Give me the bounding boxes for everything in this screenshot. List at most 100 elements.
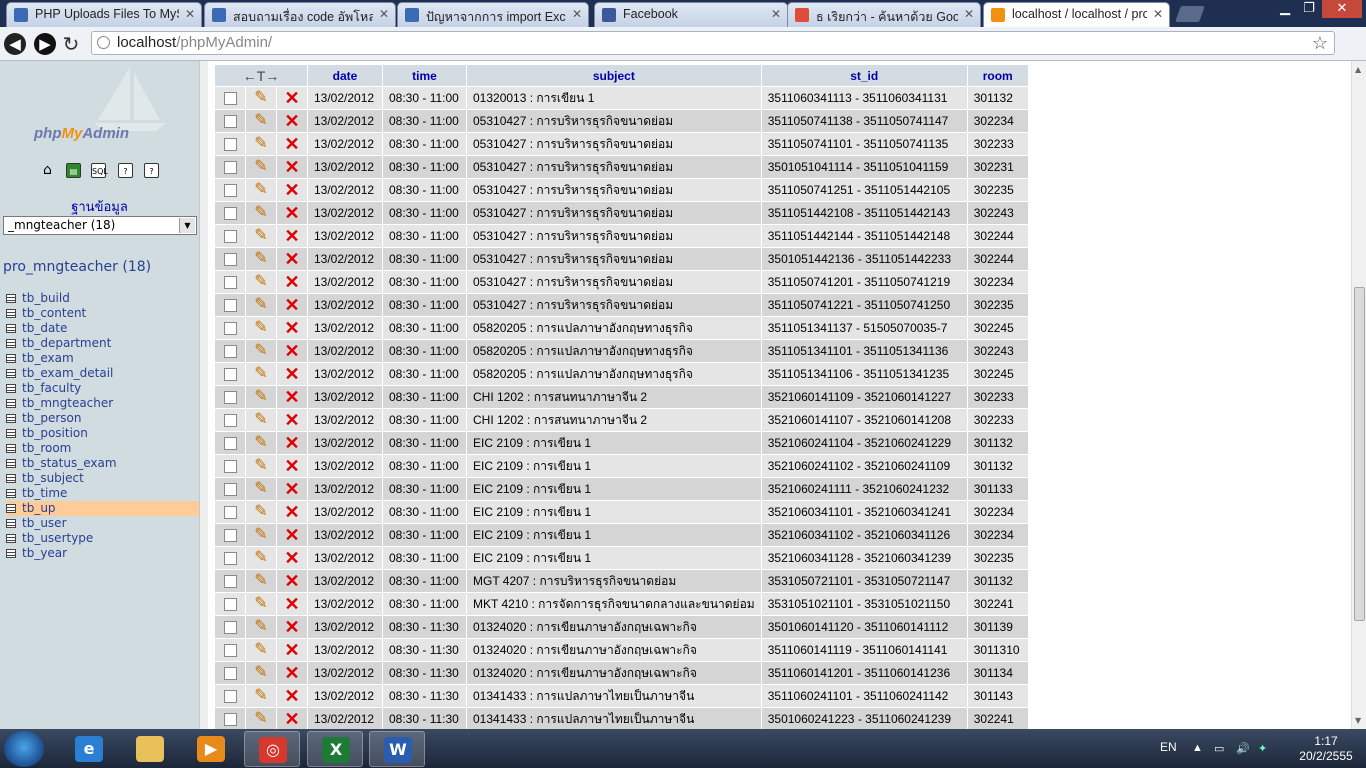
cell-date[interactable]: 13/02/2012 [308,639,382,661]
cell-date[interactable]: 13/02/2012 [308,501,382,523]
cell-date[interactable]: 13/02/2012 [308,363,382,385]
table-icon[interactable] [6,399,16,408]
cell-room[interactable]: 301143 [967,685,1028,707]
scroll-down-icon[interactable]: ▼ [1355,716,1361,725]
row-checkbox[interactable] [223,713,237,727]
delete-x-icon[interactable]: ✕ [284,641,299,659]
table-icon[interactable] [6,309,16,318]
sidebar-table-label[interactable]: tb_user [22,516,67,530]
delete-x-icon[interactable]: ✕ [284,480,299,498]
cell-room[interactable]: 302244 [967,248,1028,270]
cell-room[interactable]: 302245 [967,317,1028,339]
cell-st-id[interactable]: 3521060241111 - 3521060241232 [761,478,967,500]
table-icon[interactable] [6,534,16,543]
show-hidden-icons-icon[interactable]: ▲ [1192,742,1203,754]
cell-st-id[interactable]: 3511050741101 - 3511050741135 [761,133,967,155]
sidebar-table-label[interactable]: tb_status_exam [22,456,117,470]
reload-icon[interactable]: ↻ [60,33,82,55]
delete-x-icon[interactable]: ✕ [284,89,299,107]
forward-icon[interactable]: ▶ [34,33,56,55]
cell-subject[interactable]: 01324020 : การเขียนภาษาอังกฤษเฉพาะกิจ [467,662,761,684]
delete-x-icon[interactable]: ✕ [284,618,299,636]
row-checkbox[interactable] [223,506,237,520]
cell-room[interactable]: 302241 [967,593,1028,615]
sidebar-table-tb-user[interactable]: tb_user [6,516,199,531]
table-row[interactable]: ✎ ✕ 13/02/2012 08:30 - 11:00 MKT 4210 : การจ… [215,593,1028,615]
column-header-room[interactable]: room [967,65,1028,86]
cell-date[interactable]: 13/02/2012 [308,593,382,615]
delete-x-icon[interactable]: ✕ [284,710,299,728]
database-title-link[interactable]: pro_mngteacher (18) [3,259,151,275]
edit-pencil-icon[interactable]: ✎ [254,297,267,313]
tab-close-icon[interactable]: ✕ [572,7,582,21]
row-checkbox[interactable] [223,690,237,704]
tab-close-icon[interactable]: ✕ [964,7,974,21]
cell-subject[interactable]: 05310427 : การบริหารธุรกิจขนาดย่อม [467,294,761,316]
maximize-button[interactable]: ❐ [1296,0,1322,18]
edit-pencil-icon[interactable]: ✎ [254,412,267,428]
sidebar-table-tb-time[interactable]: tb_time [6,486,199,501]
cell-st-id[interactable]: 3521060241102 - 3521060241109 [761,455,967,477]
cell-room[interactable]: 302243 [967,340,1028,362]
table-icon[interactable] [6,339,16,348]
table-icon[interactable] [6,474,16,483]
table-row[interactable]: ✎ ✕ 13/02/2012 08:30 - 11:00 EIC 2109 : การเ… [215,478,1028,500]
cell-subject[interactable]: EIC 2109 : การเขียน 1 [467,455,761,477]
cell-room[interactable]: 302244 [967,225,1028,247]
cell-st-id[interactable]: 3521060141109 - 3521060141227 [761,386,967,408]
edit-pencil-icon[interactable]: ✎ [254,90,267,106]
cell-st-id[interactable]: 3511050741138 - 3511050741147 [761,110,967,132]
delete-x-icon[interactable]: ✕ [284,342,299,360]
network-icon[interactable]: ▭ [1214,742,1224,755]
cell-st-id[interactable]: 3511051341106 - 3511051341235 [761,363,967,385]
sidebar-table-tb-faculty[interactable]: tb_faculty [6,381,199,396]
cell-room[interactable]: 301134 [967,662,1028,684]
cell-subject[interactable]: 05310427 : การบริหารธุรกิจขนาดย่อม [467,225,761,247]
edit-pencil-icon[interactable]: ✎ [254,343,267,359]
sidebar-table-tb-date[interactable]: tb_date [6,321,199,336]
cell-room[interactable]: 301132 [967,87,1028,109]
sidebar-table-tb-exam-detail[interactable]: tb_exam_detail [6,366,199,381]
cell-st-id[interactable]: 3511051442108 - 3511051442143 [761,202,967,224]
close-window-button[interactable]: ✕ [1322,0,1362,18]
cell-st-id[interactable]: 3521060141107 - 3521060141208 [761,409,967,431]
table-icon[interactable] [6,429,16,438]
table-row[interactable]: ✎ ✕ 13/02/2012 08:30 - 11:30 01324020 : การเ… [215,662,1028,684]
table-row[interactable]: ✎ ✕ 13/02/2012 08:30 - 11:00 05310427 : การบ… [215,156,1028,178]
edit-pencil-icon[interactable]: ✎ [254,458,267,474]
cell-date[interactable]: 13/02/2012 [308,294,382,316]
edit-pencil-icon[interactable]: ✎ [254,251,267,267]
cell-st-id[interactable]: 3511060241101 - 3511060241142 [761,685,967,707]
cell-date[interactable]: 13/02/2012 [308,478,382,500]
help-icon[interactable]: ? [118,163,133,178]
edit-pencil-icon[interactable]: ✎ [254,481,267,497]
table-row[interactable]: ✎ ✕ 13/02/2012 08:30 - 11:00 MGT 4207 : การบ… [215,570,1028,592]
edit-pencil-icon[interactable]: ✎ [254,504,267,520]
cell-time[interactable]: 08:30 - 11:30 [383,662,466,684]
table-icon[interactable] [6,504,16,513]
cell-room[interactable]: 302245 [967,363,1028,385]
row-checkbox[interactable] [223,621,237,635]
cell-time[interactable]: 08:30 - 11:00 [383,455,466,477]
cell-st-id[interactable]: 3511060141119 - 3511060141141 [761,639,967,661]
cell-st-id[interactable]: 3501060141120 - 3511060141112 [761,616,967,638]
table-row[interactable]: ✎ ✕ 13/02/2012 08:30 - 11:00 EIC 2109 : การเ… [215,524,1028,546]
delete-x-icon[interactable]: ✕ [284,549,299,567]
delete-x-icon[interactable]: ✕ [284,687,299,705]
table-row[interactable]: ✎ ✕ 13/02/2012 08:30 - 11:00 EIC 2109 : การเ… [215,501,1028,523]
row-checkbox[interactable] [223,575,237,589]
table-icon[interactable] [6,444,16,453]
browser-tab[interactable]: localhost / localhost / pro_r ✕ [983,2,1170,27]
table-icon[interactable] [6,294,16,303]
cell-time[interactable]: 08:30 - 11:00 [383,524,466,546]
table-icon[interactable] [6,324,16,333]
cell-date[interactable]: 13/02/2012 [308,225,382,247]
browser-tab[interactable]: สอบถามเรื่อง code อัพโหลดไฟ ✕ [204,2,396,27]
cell-time[interactable]: 08:30 - 11:00 [383,386,466,408]
row-checkbox[interactable] [223,322,237,336]
column-header-subject[interactable]: subject [467,65,761,86]
cell-subject[interactable]: 01324020 : การเขียนภาษาอังกฤษเฉพาะกิจ [467,639,761,661]
cell-room[interactable]: 302234 [967,110,1028,132]
cell-subject[interactable]: MGT 4207 : การบริหารธุรกิจขนาดย่อม [467,570,761,592]
cell-subject[interactable]: EIC 2109 : การเขียน 1 [467,547,761,569]
